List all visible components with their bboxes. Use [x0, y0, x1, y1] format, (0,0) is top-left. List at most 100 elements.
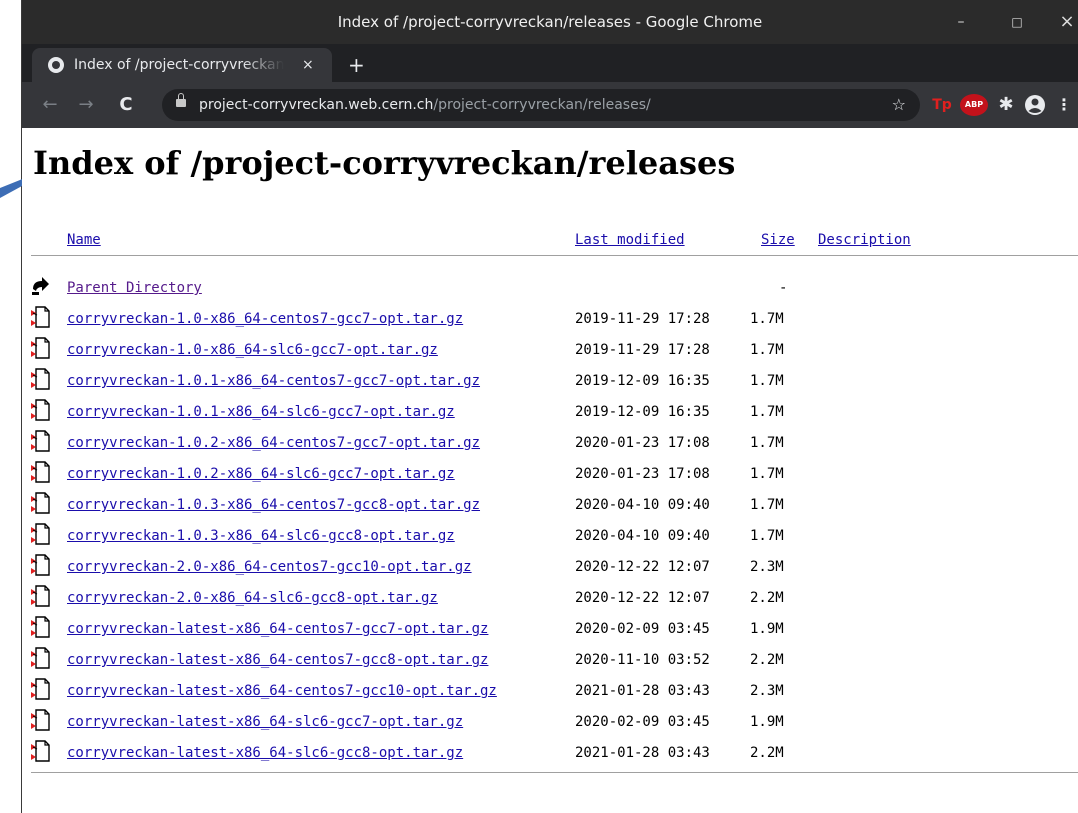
- bookmark-star-icon[interactable]: ☆: [892, 89, 906, 121]
- lock-icon[interactable]: [176, 93, 186, 107]
- file-modified: 2019-12-09 16:35: [575, 373, 710, 389]
- url-path: /project-corryvreckan/releases/: [433, 97, 651, 113]
- file-link[interactable]: corryvreckan-1.0-x86_64-centos7-gcc7-opt…: [67, 309, 463, 329]
- file-modified: 2020-04-10 09:40: [575, 497, 710, 513]
- window-title: Index of /project-corryvreckan/releases …: [337, 13, 763, 31]
- tab-label: Index of /project-corryvreckan/releases: [74, 57, 284, 73]
- file-size: 1.7M: [750, 342, 784, 358]
- forward-arrow-icon[interactable]: →: [72, 82, 100, 128]
- file-size: 1.7M: [750, 311, 784, 327]
- file-modified: 2020-02-09 03:45: [575, 621, 710, 637]
- file-size: 1.7M: [750, 373, 784, 389]
- compressed-file-icon: [31, 678, 50, 700]
- url-text[interactable]: project-corryvreckan.web.cern.ch/project…: [199, 89, 651, 121]
- compressed-file-icon: [31, 461, 50, 483]
- parent-directory-link[interactable]: Parent Directory: [67, 278, 202, 298]
- file-size: 2.3M: [750, 683, 784, 699]
- profile-avatar-icon[interactable]: [1024, 94, 1046, 116]
- file-modified: 2019-11-29 17:28: [575, 311, 710, 327]
- file-modified: 2021-01-28 03:43: [575, 745, 710, 761]
- file-link[interactable]: corryvreckan-1.0-x86_64-slc6-gcc7-opt.ta…: [67, 340, 438, 360]
- back-arrow-icon[interactable]: ←: [36, 82, 64, 128]
- address-bar[interactable]: project-corryvreckan.web.cern.ch/project…: [162, 89, 920, 121]
- reload-icon[interactable]: C: [112, 82, 140, 128]
- file-link[interactable]: corryvreckan-2.0-x86_64-centos7-gcc10-op…: [67, 557, 472, 577]
- file-link[interactable]: corryvreckan-latest-x86_64-centos7-gcc8-…: [67, 650, 488, 670]
- file-size: 1.7M: [750, 497, 784, 513]
- file-link[interactable]: corryvreckan-latest-x86_64-centos7-gcc7-…: [67, 619, 488, 639]
- file-row: corryvreckan-1.0.2-x86_64-centos7-gcc7-o…: [22, 430, 1078, 464]
- file-size: 1.7M: [750, 528, 784, 544]
- compressed-file-icon: [31, 709, 50, 731]
- file-link[interactable]: corryvreckan-1.0.2-x86_64-slc6-gcc7-opt.…: [67, 464, 455, 484]
- file-modified: 2019-12-09 16:35: [575, 404, 710, 420]
- file-modified: 2020-01-23 17:08: [575, 435, 710, 451]
- tab-close-icon[interactable]: ×: [302, 48, 314, 82]
- compressed-file-icon: [31, 554, 50, 576]
- file-link[interactable]: corryvreckan-1.0.2-x86_64-centos7-gcc7-o…: [67, 433, 480, 453]
- adblock-extension-icon[interactable]: ABP: [960, 94, 988, 116]
- column-size-link[interactable]: Size: [761, 230, 795, 250]
- file-row: corryvreckan-1.0-x86_64-slc6-gcc7-opt.ta…: [22, 337, 1078, 371]
- compressed-file-icon: [31, 368, 50, 390]
- file-modified: 2019-11-29 17:28: [575, 342, 710, 358]
- file-row: corryvreckan-latest-x86_64-centos7-gcc10…: [22, 678, 1078, 712]
- parent-size: -: [779, 280, 788, 296]
- file-row: corryvreckan-latest-x86_64-slc6-gcc8-opt…: [22, 740, 1078, 774]
- file-row: corryvreckan-1.0.1-x86_64-centos7-gcc7-o…: [22, 368, 1078, 402]
- file-row: corryvreckan-1.0.2-x86_64-slc6-gcc7-opt.…: [22, 461, 1078, 495]
- table-header: Name Last modified Size Description: [22, 230, 1078, 250]
- minimize-button[interactable]: –: [944, 0, 978, 44]
- file-link[interactable]: corryvreckan-1.0.3-x86_64-centos7-gcc8-o…: [67, 495, 480, 515]
- file-modified: 2020-11-10 03:52: [575, 652, 710, 668]
- file-size: 1.9M: [750, 714, 784, 730]
- file-link[interactable]: corryvreckan-2.0-x86_64-slc6-gcc8-opt.ta…: [67, 588, 438, 608]
- compressed-file-icon: [31, 585, 50, 607]
- parent-directory-row: Parent Directory -: [22, 277, 1078, 309]
- file-size: 1.7M: [750, 404, 784, 420]
- title-bar: Index of /project-corryvreckan/releases …: [22, 0, 1078, 44]
- file-link[interactable]: corryvreckan-latest-x86_64-slc6-gcc8-opt…: [67, 743, 463, 763]
- file-link[interactable]: corryvreckan-latest-x86_64-slc6-gcc7-opt…: [67, 712, 463, 732]
- compressed-file-icon: [31, 306, 50, 328]
- back-folder-icon: [32, 277, 49, 295]
- file-link[interactable]: corryvreckan-1.0.1-x86_64-slc6-gcc7-opt.…: [67, 402, 455, 422]
- url-host: project-corryvreckan.web.cern.ch: [199, 97, 434, 113]
- file-link[interactable]: corryvreckan-1.0.3-x86_64-slc6-gcc8-opt.…: [67, 526, 455, 546]
- file-modified: 2020-01-23 17:08: [575, 466, 710, 482]
- file-row: corryvreckan-latest-x86_64-slc6-gcc7-opt…: [22, 709, 1078, 743]
- tab-active[interactable]: Index of /project-corryvreckan/releases …: [32, 48, 332, 82]
- maximize-button[interactable]: □: [1000, 0, 1034, 44]
- column-description-link[interactable]: Description: [818, 230, 911, 250]
- compressed-file-icon: [31, 740, 50, 762]
- extensions-puzzle-icon[interactable]: ✱: [994, 94, 1018, 116]
- tp-extension-icon[interactable]: Tp: [928, 94, 956, 116]
- new-tab-button[interactable]: +: [348, 48, 365, 82]
- file-row: corryvreckan-1.0.3-x86_64-slc6-gcc8-opt.…: [22, 523, 1078, 557]
- column-last-modified-link[interactable]: Last modified: [575, 230, 685, 250]
- file-row: corryvreckan-1.0.3-x86_64-centos7-gcc8-o…: [22, 492, 1078, 526]
- file-size: 1.7M: [750, 435, 784, 451]
- compressed-file-icon: [31, 523, 50, 545]
- file-row: corryvreckan-latest-x86_64-centos7-gcc7-…: [22, 616, 1078, 650]
- column-name-link[interactable]: Name: [67, 230, 101, 250]
- compressed-file-icon: [31, 337, 50, 359]
- file-row: corryvreckan-1.0.1-x86_64-slc6-gcc7-opt.…: [22, 399, 1078, 433]
- close-window-button[interactable]: ×: [1050, 0, 1078, 44]
- browser-toolbar: ← → C project-corryvreckan.web.cern.ch/p…: [22, 82, 1078, 128]
- menu-dots-icon[interactable]: ⋮: [1056, 94, 1072, 116]
- file-modified: 2020-02-09 03:45: [575, 714, 710, 730]
- file-modified: 2021-01-28 03:43: [575, 683, 710, 699]
- file-modified: 2020-04-10 09:40: [575, 528, 710, 544]
- file-row: corryvreckan-latest-x86_64-centos7-gcc8-…: [22, 647, 1078, 681]
- file-row: corryvreckan-2.0-x86_64-centos7-gcc10-op…: [22, 554, 1078, 588]
- file-link[interactable]: corryvreckan-latest-x86_64-centos7-gcc10…: [67, 681, 497, 701]
- file-link[interactable]: corryvreckan-1.0.1-x86_64-centos7-gcc7-o…: [67, 371, 480, 391]
- footer-divider: [31, 772, 1078, 773]
- file-row: corryvreckan-1.0-x86_64-centos7-gcc7-opt…: [22, 306, 1078, 340]
- compressed-file-icon: [31, 492, 50, 514]
- page-content: Index of /project-corryvreckan/releases …: [22, 128, 1078, 813]
- file-modified: 2020-12-22 12:07: [575, 559, 710, 575]
- page-title: Index of /project-corryvreckan/releases: [33, 144, 736, 182]
- compressed-file-icon: [31, 430, 50, 452]
